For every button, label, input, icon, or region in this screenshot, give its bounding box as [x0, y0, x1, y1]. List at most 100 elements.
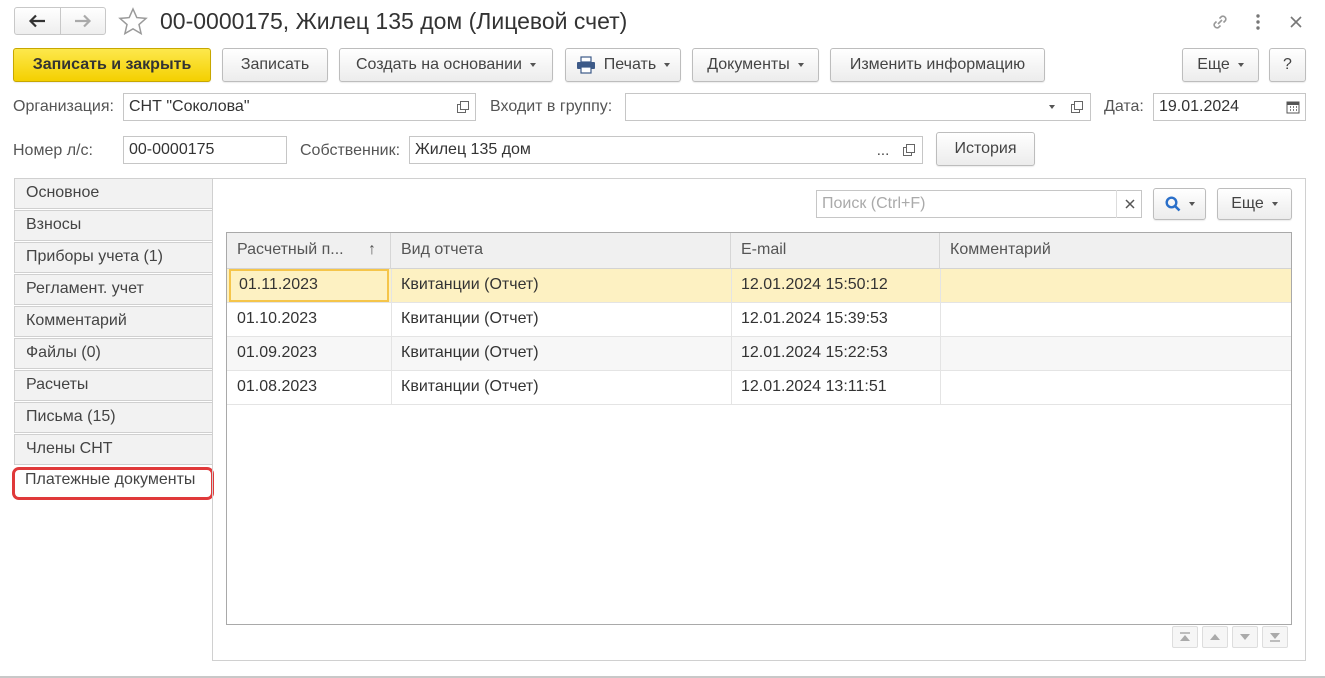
scroll-to-top-icon[interactable] — [1172, 626, 1198, 648]
cell-type[interactable]: Квитанции (Отчет) — [391, 337, 731, 371]
column-divider — [391, 269, 392, 405]
chevron-down-icon — [797, 63, 804, 67]
open-owner-button[interactable] — [896, 136, 922, 164]
table-scroll-controls — [1172, 626, 1288, 650]
column-divider — [940, 269, 941, 405]
column-header-type[interactable]: Вид отчета — [391, 233, 731, 269]
open-icon — [903, 144, 915, 156]
save-button[interactable]: Записать — [222, 48, 328, 82]
cell-email[interactable]: 12.01.2024 15:22:53 — [731, 337, 940, 371]
tab-meters[interactable]: Приборы учета (1) — [14, 242, 212, 273]
organization-field[interactable]: СНТ "Соколова" — [123, 93, 476, 121]
group-dropdown-button[interactable] — [1039, 93, 1065, 121]
column-header-period[interactable]: Расчетный п... ↑ — [227, 233, 391, 269]
print-label: Печать — [603, 56, 657, 73]
panel-more-button[interactable]: Еще — [1217, 188, 1292, 220]
tab-letters[interactable]: Письма (15) — [14, 402, 212, 433]
group-field[interactable] — [625, 93, 1091, 121]
tab-main[interactable]: Основное — [14, 178, 212, 209]
calendar-icon — [1286, 101, 1300, 114]
documents-button[interactable]: Документы — [692, 48, 819, 82]
chevron-down-icon — [1188, 202, 1195, 206]
clear-search-button[interactable] — [1116, 190, 1142, 218]
cell-comment[interactable] — [940, 337, 1291, 371]
owner-value: Жилец 135 дом — [415, 141, 531, 158]
more-label: Еще — [1197, 56, 1230, 73]
search-placeholder: Поиск (Ctrl+F) — [822, 195, 926, 212]
sort-ascending-icon: ↑ — [368, 241, 376, 258]
cell-period[interactable]: 01.09.2023 — [227, 337, 391, 371]
date-value: 19.01.2024 — [1159, 98, 1240, 115]
tab-files[interactable]: Файлы (0) — [14, 338, 212, 369]
cell-period[interactable]: 01.08.2023 — [227, 371, 391, 405]
open-icon — [1071, 101, 1083, 113]
cell-email[interactable]: 12.01.2024 15:39:53 — [731, 303, 940, 337]
arrow-right-icon — [74, 14, 91, 28]
cell-comment[interactable] — [940, 371, 1291, 405]
cell-type[interactable]: Квитанции (Отчет) — [391, 371, 731, 405]
table-row[interactable]: 01.10.2023 Квитанции (Отчет) 12.01.2024 … — [227, 303, 1291, 337]
search-button[interactable] — [1153, 188, 1206, 220]
active-tab-highlight — [12, 467, 214, 500]
cell-email[interactable]: 12.01.2024 13:11:51 — [731, 371, 940, 405]
close-icon[interactable] — [1284, 10, 1308, 34]
owner-field[interactable]: Жилец 135 дом — [409, 136, 923, 164]
account-number-value: 00-0000175 — [129, 141, 215, 158]
calendar-button[interactable] — [1280, 93, 1306, 121]
tab-calculations[interactable]: Расчеты — [14, 370, 212, 401]
owner-select-button[interactable]: ... — [870, 136, 896, 164]
payment-documents-table: Расчетный п... ↑ Вид отчета E-mail Комме… — [226, 232, 1292, 625]
documents-label: Документы — [707, 56, 790, 73]
back-button[interactable] — [15, 8, 60, 34]
more-vertical-icon[interactable] — [1246, 10, 1270, 34]
organization-value: СНТ "Соколова" — [129, 98, 250, 115]
table-row[interactable]: 01.08.2023 Квитанции (Отчет) 12.01.2024 … — [227, 371, 1291, 405]
cell-period[interactable]: 01.11.2023 — [229, 269, 389, 302]
table-row[interactable]: 01.09.2023 Квитанции (Отчет) 12.01.2024 … — [227, 337, 1291, 371]
change-info-button[interactable]: Изменить информацию — [830, 48, 1045, 82]
print-button[interactable]: Печать — [565, 48, 681, 82]
more-button[interactable]: Еще — [1182, 48, 1259, 82]
chevron-down-icon — [664, 63, 671, 67]
cell-email[interactable]: 12.01.2024 15:50:12 — [731, 269, 940, 303]
create-based-label: Создать на основании — [356, 56, 522, 73]
create-based-button[interactable]: Создать на основании — [339, 48, 553, 82]
favorite-star-icon[interactable] — [118, 7, 148, 42]
tab-regulated-accounting[interactable]: Регламент. учет — [14, 274, 212, 305]
history-button[interactable]: История — [936, 132, 1035, 166]
save-close-button[interactable]: Записать и закрыть — [13, 48, 211, 82]
cell-comment[interactable] — [940, 269, 1291, 303]
help-button[interactable]: ? — [1269, 48, 1306, 82]
cell-comment[interactable] — [940, 303, 1291, 337]
cell-type[interactable]: Квитанции (Отчет) — [391, 303, 731, 337]
open-icon — [457, 101, 469, 113]
column-divider — [731, 269, 732, 405]
column-header-email[interactable]: E-mail — [731, 233, 940, 269]
table-header: Расчетный п... ↑ Вид отчета E-mail Комме… — [227, 233, 1291, 269]
tab-members[interactable]: Члены СНТ — [14, 434, 212, 465]
account-number-label: Номер л/с: — [13, 142, 93, 159]
cell-period[interactable]: 01.10.2023 — [227, 303, 391, 337]
scroll-down-icon[interactable] — [1232, 626, 1258, 648]
printer-icon — [576, 56, 595, 74]
scroll-up-icon[interactable] — [1202, 626, 1228, 648]
owner-label: Собственник: — [300, 142, 401, 159]
cell-type[interactable]: Квитанции (Отчет) — [391, 269, 731, 303]
title-bar: 00-0000175, Жилец 135 дом (Лицевой счет) — [0, 0, 1325, 44]
column-header-comment[interactable]: Комментарий — [940, 233, 1291, 269]
chevron-down-icon — [1237, 63, 1244, 67]
date-label: Дата: — [1104, 98, 1144, 115]
tab-comment[interactable]: Комментарий — [14, 306, 212, 337]
link-icon[interactable] — [1208, 10, 1232, 34]
search-input[interactable]: Поиск (Ctrl+F) — [816, 190, 1142, 218]
open-group-button[interactable] — [1064, 93, 1090, 121]
account-number-field[interactable]: 00-0000175 — [123, 136, 287, 164]
tab-contributions[interactable]: Взносы — [14, 210, 212, 241]
scroll-to-bottom-icon[interactable] — [1262, 626, 1288, 648]
forward-button[interactable] — [59, 8, 106, 34]
search-icon — [1164, 196, 1180, 212]
open-organization-button[interactable] — [450, 93, 476, 121]
chevron-down-icon — [1271, 202, 1278, 206]
chevron-down-icon — [530, 63, 536, 67]
table-row[interactable]: 01.11.2023 Квитанции (Отчет) 12.01.2024 … — [227, 269, 1291, 303]
